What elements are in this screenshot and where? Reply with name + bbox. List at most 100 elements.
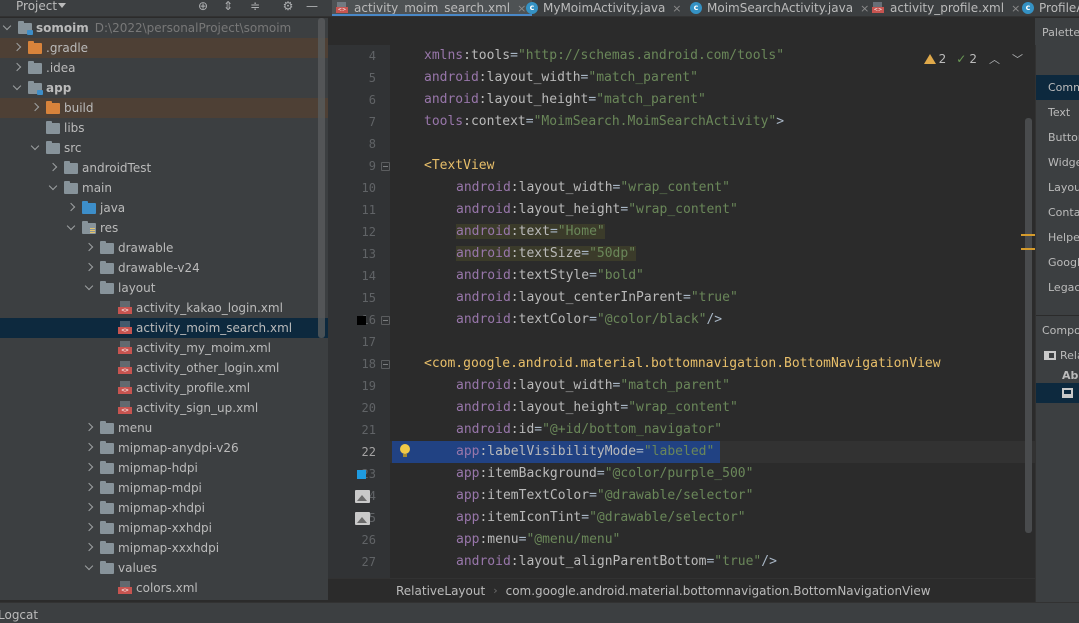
tree-item-gradle[interactable]: .gradle bbox=[0, 38, 328, 58]
chevron-right-icon[interactable] bbox=[12, 63, 22, 73]
divider bbox=[1036, 315, 1079, 316]
xml-value: "true" bbox=[714, 554, 762, 569]
tree-item-root[interactable]: somoim D:\2022\personalProject\somoim bbox=[0, 18, 328, 38]
chevron-right-icon[interactable] bbox=[84, 463, 94, 473]
chevron-right-icon[interactable] bbox=[30, 103, 40, 113]
warning-stripe[interactable] bbox=[1021, 234, 1035, 236]
chevron-right-icon[interactable] bbox=[84, 523, 94, 533]
gear-icon[interactable]: ⚙ bbox=[280, 0, 296, 14]
chevron-right-icon[interactable] bbox=[84, 263, 94, 273]
fold-marker-icon[interactable] bbox=[381, 360, 390, 369]
tree-item-menu[interactable]: menu bbox=[0, 418, 328, 438]
chevron-right-icon[interactable] bbox=[48, 163, 58, 173]
tab-profile-activity[interactable]: c ProfileA bbox=[1016, 0, 1079, 16]
locate-icon[interactable]: ⊕ bbox=[195, 0, 211, 14]
tab-activity-profile[interactable]: activity_profile.xml × bbox=[866, 0, 1026, 16]
code-line: <TextView bbox=[424, 155, 494, 177]
project-tree[interactable]: somoim D:\2022\personalProject\somoim .g… bbox=[0, 18, 328, 600]
tree-item-file-selected[interactable]: activity_moim_search.xml bbox=[0, 318, 328, 338]
tree-item-file[interactable]: activity_sign_up.xml bbox=[0, 398, 328, 418]
chevron-down-icon[interactable] bbox=[2, 23, 12, 33]
image-preview-icon[interactable] bbox=[355, 512, 370, 525]
tree-item-java[interactable]: java bbox=[0, 198, 328, 218]
warning-stripe[interactable] bbox=[1021, 248, 1035, 250]
chevron-down-icon[interactable] bbox=[84, 563, 94, 573]
tree-item-file[interactable]: activity_kakao_login.xml bbox=[0, 298, 328, 318]
tree-item-idea[interactable]: .idea bbox=[0, 58, 328, 78]
chevron-right-icon[interactable] bbox=[84, 443, 94, 453]
lightbulb-icon[interactable] bbox=[399, 444, 411, 458]
xml-namespace: android bbox=[456, 312, 511, 327]
breadcrumb-item[interactable]: RelativeLayout bbox=[396, 584, 485, 598]
tree-scrollbar[interactable] bbox=[318, 18, 325, 338]
chevron-down-icon[interactable]: ﹀ bbox=[1012, 51, 1023, 67]
chevron-right-icon[interactable] bbox=[84, 243, 94, 253]
tree-item-label: activity_other_login.xml bbox=[136, 361, 280, 375]
palette-category[interactable]: Containers bbox=[1036, 200, 1079, 225]
tree-item-layout[interactable]: layout bbox=[0, 278, 328, 298]
palette-category[interactable]: Common bbox=[1036, 75, 1079, 100]
tree-item-main[interactable]: main bbox=[0, 178, 328, 198]
palette-category[interactable]: Text bbox=[1036, 100, 1079, 125]
tree-item-mipmap[interactable]: mipmap-mdpi bbox=[0, 478, 328, 498]
editor-scrollbar[interactable] bbox=[1025, 118, 1032, 533]
tree-item-file[interactable]: activity_my_moim.xml bbox=[0, 338, 328, 358]
tab-moim-search-activity[interactable]: c MoimSearchActivity.java × bbox=[684, 0, 875, 16]
chevron-right-icon[interactable] bbox=[84, 543, 94, 553]
tree-item-values[interactable]: values bbox=[0, 558, 328, 578]
tree-item-file[interactable]: activity_profile.xml bbox=[0, 378, 328, 398]
chevron-right-icon[interactable] bbox=[84, 483, 94, 493]
tree-item-mipmap[interactable]: mipmap-xxhdpi bbox=[0, 518, 328, 538]
color-swatch-black-icon[interactable] bbox=[357, 316, 366, 325]
chevron-down-icon[interactable] bbox=[84, 283, 94, 293]
tree-item-libs[interactable]: libs bbox=[0, 118, 328, 138]
tab-my-moim-activity[interactable]: c MyMoimActivity.java × bbox=[520, 0, 688, 16]
xml-attribute: :context bbox=[463, 114, 526, 129]
tree-item-src[interactable]: src bbox=[0, 138, 328, 158]
tree-item-app[interactable]: app bbox=[0, 78, 328, 98]
chevron-right-icon[interactable] bbox=[84, 423, 94, 433]
chevron-down-icon[interactable] bbox=[30, 143, 40, 153]
tree-item-mipmap[interactable]: mipmap-xxxhdpi bbox=[0, 538, 328, 558]
chevron-down-icon[interactable] bbox=[58, 3, 66, 8]
tab-activity-moim-search[interactable]: activity_moim_search.xml × bbox=[332, 0, 533, 16]
collapse-all-icon[interactable]: ≑ bbox=[247, 0, 263, 14]
component-tree-item-selected[interactable] bbox=[1036, 383, 1079, 403]
inspection-widget[interactable]: 2 ✓ 2 ︿ ﹀ bbox=[923, 51, 1023, 67]
chevron-right-icon[interactable] bbox=[66, 203, 76, 213]
fold-marker-icon[interactable] bbox=[381, 162, 390, 171]
logcat-tab[interactable]: Logcat bbox=[0, 608, 38, 622]
tree-item-file[interactable]: colors.xml bbox=[0, 578, 328, 598]
fold-marker-icon[interactable] bbox=[381, 316, 390, 325]
chevron-right-icon[interactable] bbox=[12, 43, 22, 53]
chevron-down-icon[interactable] bbox=[48, 183, 58, 193]
palette-category[interactable]: Helpers bbox=[1036, 225, 1079, 250]
tree-item-drawable[interactable]: drawable bbox=[0, 238, 328, 258]
breadcrumb-item[interactable]: com.google.android.material.bottomnaviga… bbox=[506, 584, 931, 598]
chevron-right-icon[interactable] bbox=[84, 503, 94, 513]
palette-category[interactable]: Widgets bbox=[1036, 150, 1079, 175]
hide-icon[interactable]: — bbox=[304, 0, 320, 14]
palette-category[interactable]: Buttons bbox=[1036, 125, 1079, 150]
color-swatch-purple-icon[interactable] bbox=[357, 470, 366, 479]
tree-item-drawable-v24[interactable]: drawable-v24 bbox=[0, 258, 328, 278]
image-preview-icon[interactable] bbox=[355, 490, 370, 503]
tree-item-label: layout bbox=[118, 281, 156, 295]
palette-category[interactable]: Google bbox=[1036, 250, 1079, 275]
tree-item-mipmap[interactable]: mipmap-anydpi-v26 bbox=[0, 438, 328, 458]
expand-all-icon[interactable]: ⇕ bbox=[220, 0, 236, 14]
tree-item-mipmap[interactable]: mipmap-hdpi bbox=[0, 458, 328, 478]
close-icon[interactable]: × bbox=[672, 2, 681, 15]
project-view-selector[interactable]: Project bbox=[16, 0, 57, 13]
tree-item-androidtest[interactable]: androidTest bbox=[0, 158, 328, 178]
chevron-up-icon[interactable]: ︿ bbox=[989, 51, 1000, 67]
tree-item-mipmap[interactable]: mipmap-xhdpi bbox=[0, 498, 328, 518]
palette-category[interactable]: Legacy bbox=[1036, 275, 1079, 300]
code-editor[interactable]: 4567891011121314151617181920212223242526… bbox=[328, 45, 1035, 578]
tree-item-build[interactable]: build bbox=[0, 98, 328, 118]
chevron-down-icon[interactable] bbox=[66, 223, 76, 233]
tree-item-file[interactable]: activity_other_login.xml bbox=[0, 358, 328, 378]
tree-item-res[interactable]: res bbox=[0, 218, 328, 238]
palette-category[interactable]: Layouts bbox=[1036, 175, 1079, 200]
chevron-down-icon[interactable] bbox=[12, 83, 22, 93]
